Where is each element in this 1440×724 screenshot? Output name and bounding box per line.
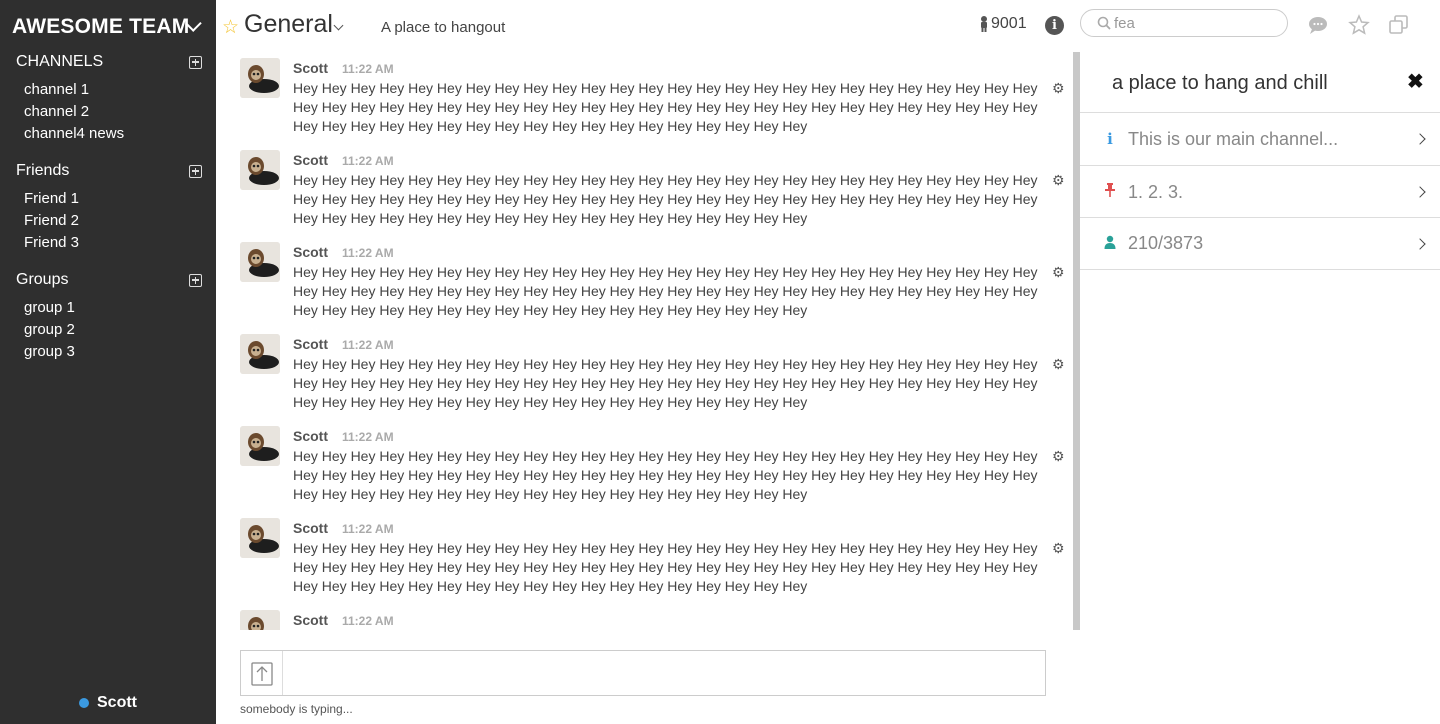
sidebar-item-channel4-news[interactable]: channel4 news bbox=[16, 123, 202, 145]
search-input[interactable] bbox=[1114, 14, 1274, 32]
scrollbar[interactable] bbox=[1073, 52, 1080, 630]
gear-icon[interactable]: ⚙ bbox=[1052, 80, 1065, 97]
chat-bubble-icon[interactable] bbox=[1307, 14, 1329, 36]
avatar[interactable] bbox=[240, 242, 280, 282]
avatar[interactable] bbox=[240, 150, 280, 190]
pin-icon bbox=[1100, 183, 1120, 201]
avatar[interactable] bbox=[240, 518, 280, 558]
section-title-friends: Friends bbox=[16, 162, 70, 179]
message-time: 11:22 AM bbox=[342, 154, 394, 168]
sidebar-item-friend-2[interactable]: Friend 2 bbox=[16, 210, 202, 232]
chevron-right-icon bbox=[1414, 186, 1426, 198]
panel-item-pinned[interactable]: 1. 2. 3. bbox=[1080, 165, 1440, 218]
current-user[interactable]: Scott bbox=[0, 694, 216, 712]
sidebar-item-group-3[interactable]: group 3 bbox=[16, 341, 202, 363]
current-user-name: Scott bbox=[97, 694, 137, 711]
message-list[interactable]: Scott 11:22 AM Hey Hey Hey Hey Hey Hey H… bbox=[216, 52, 1080, 630]
message-text: Hey Hey Hey Hey Hey Hey Hey Hey Hey Hey … bbox=[293, 80, 1038, 134]
panel-item-members[interactable]: 210/3873 bbox=[1080, 217, 1440, 270]
member-count[interactable]: 9001 bbox=[978, 15, 1027, 33]
person-icon bbox=[981, 16, 987, 32]
chevron-right-icon bbox=[1414, 237, 1426, 250]
search-icon bbox=[1097, 16, 1111, 30]
channel-description: A place to hangout bbox=[381, 19, 506, 36]
message-author[interactable]: Scott bbox=[293, 60, 328, 76]
avatar[interactable] bbox=[240, 610, 280, 630]
channel-title[interactable]: General bbox=[244, 10, 333, 39]
message-text: Hey Hey Hey Hey Hey Hey Hey Hey Hey Hey … bbox=[293, 540, 1038, 594]
upload-icon bbox=[251, 662, 273, 686]
section-title-groups: Groups bbox=[16, 271, 69, 288]
member-count-value: 9001 bbox=[991, 15, 1027, 32]
gear-icon[interactable]: ⚙ bbox=[1052, 448, 1065, 465]
close-icon[interactable]: ✖ bbox=[1407, 69, 1424, 94]
message-time: 11:22 AM bbox=[342, 246, 394, 260]
message-text: Hey Hey Hey Hey Hey Hey Hey Hey Hey Hey … bbox=[293, 172, 1038, 226]
search-box[interactable] bbox=[1080, 9, 1288, 37]
user-icon bbox=[1100, 235, 1120, 253]
channel-info-panel: a place to hang and chill ✖ i This is ou… bbox=[1080, 52, 1440, 724]
message-author[interactable]: Scott bbox=[293, 152, 328, 168]
star-icon[interactable]: ☆ bbox=[222, 16, 239, 39]
message-text: Hey Hey Hey Hey Hey Hey Hey Hey Hey Hey … bbox=[293, 264, 1038, 318]
message-time: 11:22 AM bbox=[342, 338, 394, 352]
message-time: 11:22 AM bbox=[342, 522, 394, 536]
avatar[interactable] bbox=[240, 58, 280, 98]
sidebar-item-group-1[interactable]: group 1 bbox=[16, 297, 202, 319]
sidebar: AWESOME TEAM CHANNELS channel 1 channel … bbox=[0, 0, 216, 724]
sidebar-item-channel-2[interactable]: channel 2 bbox=[16, 101, 202, 123]
typing-indicator: somebody is typing... bbox=[240, 702, 353, 716]
add-friend-icon[interactable] bbox=[189, 164, 202, 178]
window-icon[interactable] bbox=[1388, 14, 1410, 36]
message-author[interactable]: Scott bbox=[293, 428, 328, 444]
panel-item-label: 1. 2. 3. bbox=[1128, 181, 1184, 202]
message-author[interactable]: Scott bbox=[293, 336, 328, 352]
gear-icon[interactable]: ⚙ bbox=[1052, 540, 1065, 557]
info-icon: i bbox=[1107, 130, 1113, 148]
star-outline-icon[interactable] bbox=[1348, 14, 1370, 36]
status-dot-icon bbox=[79, 698, 89, 708]
panel-item-label: 210/3873 bbox=[1128, 233, 1204, 253]
message-author[interactable]: Scott bbox=[293, 520, 328, 536]
upload-button[interactable] bbox=[241, 651, 283, 695]
panel-item-info[interactable]: i This is our main channel... bbox=[1080, 112, 1440, 165]
sidebar-item-friend-3[interactable]: Friend 3 bbox=[16, 232, 202, 254]
message-text: Hey Hey Hey Hey Hey Hey Hey Hey Hey Hey … bbox=[293, 448, 1038, 502]
gear-icon[interactable]: ⚙ bbox=[1052, 356, 1065, 373]
sidebar-item-friend-1[interactable]: Friend 1 bbox=[16, 188, 202, 210]
section-title-channels: CHANNELS bbox=[16, 53, 104, 70]
avatar[interactable] bbox=[240, 334, 280, 374]
team-switcher[interactable]: AWESOME TEAM bbox=[12, 14, 202, 40]
sidebar-item-channel-1[interactable]: channel 1 bbox=[16, 79, 202, 101]
gear-icon[interactable]: ⚙ bbox=[1052, 172, 1065, 189]
friends-section: Friends Friend 1 Friend 2 Friend 3 bbox=[16, 161, 202, 254]
add-group-icon[interactable] bbox=[189, 273, 202, 287]
chevron-right-icon bbox=[1414, 133, 1426, 145]
team-name: AWESOME TEAM bbox=[12, 15, 190, 38]
message-author[interactable]: Scott bbox=[293, 244, 328, 260]
message-time: 11:22 AM bbox=[342, 614, 394, 628]
message-time: 11:22 AM bbox=[342, 62, 394, 76]
message-composer[interactable] bbox=[240, 650, 1046, 696]
avatar[interactable] bbox=[240, 426, 280, 466]
add-channel-icon[interactable] bbox=[189, 55, 202, 69]
message-time: 11:22 AM bbox=[342, 430, 394, 444]
info-icon[interactable]: i bbox=[1045, 16, 1064, 35]
panel-title: a place to hang and chill bbox=[1112, 72, 1328, 94]
message-text: Hey Hey Hey Hey Hey Hey Hey Hey Hey Hey … bbox=[293, 356, 1038, 410]
sidebar-item-group-2[interactable]: group 2 bbox=[16, 319, 202, 341]
channel-header: ☆ General A place to hangout 9001 i bbox=[216, 0, 1440, 52]
message-author[interactable]: Scott bbox=[293, 612, 328, 628]
panel-item-label: This is our main channel... bbox=[1128, 128, 1339, 149]
channels-section: CHANNELS channel 1 channel 2 channel4 ne… bbox=[16, 52, 202, 145]
gear-icon[interactable]: ⚙ bbox=[1052, 264, 1065, 281]
chevron-down-icon[interactable] bbox=[333, 20, 344, 31]
groups-section: Groups group 1 group 2 group 3 bbox=[16, 270, 202, 363]
